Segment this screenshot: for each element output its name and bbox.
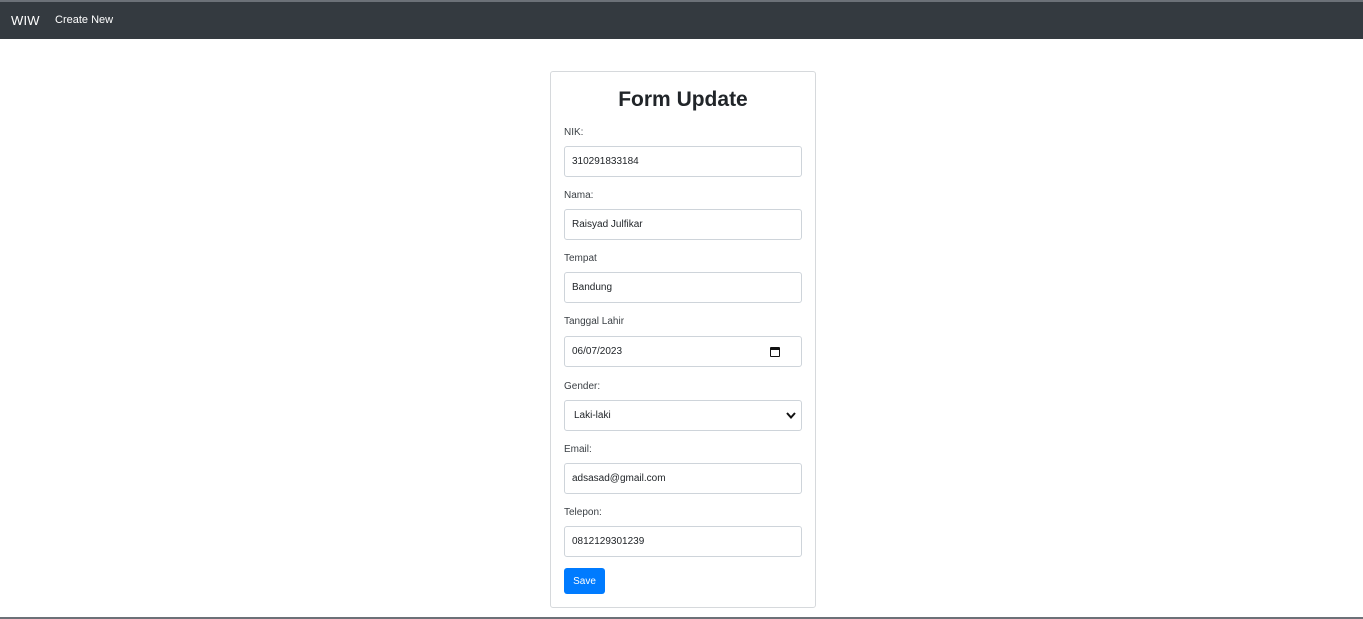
telepon-value: 0812129301239 — [572, 536, 645, 547]
tempat-label: Tempat — [564, 253, 597, 264]
gender-value: Laki-laki — [574, 410, 611, 421]
chevron-down-icon — [786, 412, 796, 420]
telepon-label: Telepon: — [564, 507, 602, 518]
calendar-icon[interactable] — [770, 347, 780, 357]
nik-label: NIK: — [564, 127, 584, 138]
navbar-brand[interactable]: WIW — [11, 13, 40, 28]
tanggal-lahir-label: Tanggal Lahir — [564, 316, 625, 327]
email-label: Email: — [564, 444, 592, 455]
form-title: Form Update — [618, 88, 748, 111]
nama-input[interactable]: Raisyad Julfikar — [564, 209, 802, 240]
gender-select[interactable]: Laki-laki — [564, 400, 802, 431]
nav-link-create-new[interactable]: Create New — [55, 14, 113, 26]
navbar: WIW Create New — [0, 2, 1363, 39]
tempat-input[interactable]: Bandung — [564, 272, 802, 303]
tanggal-lahir-value: 06/07/2023 — [572, 346, 623, 357]
nama-label: Nama: — [564, 190, 594, 201]
email-input[interactable]: adsasad@gmail.com — [564, 463, 802, 494]
telepon-input[interactable]: 0812129301239 — [564, 526, 802, 557]
nama-value: Raisyad Julfikar — [572, 219, 643, 230]
gender-label: Gender: — [564, 381, 601, 392]
email-value: adsasad@gmail.com — [572, 473, 666, 484]
form-card: Form Update NIK: 310291833184 Nama: Rais… — [550, 71, 816, 608]
nik-value: 310291833184 — [572, 156, 639, 167]
tanggal-lahir-input[interactable]: 06/07/2023 — [564, 336, 802, 367]
tempat-value: Bandung — [572, 282, 613, 293]
save-button[interactable]: Save — [564, 568, 605, 594]
nik-input[interactable]: 310291833184 — [564, 146, 802, 177]
